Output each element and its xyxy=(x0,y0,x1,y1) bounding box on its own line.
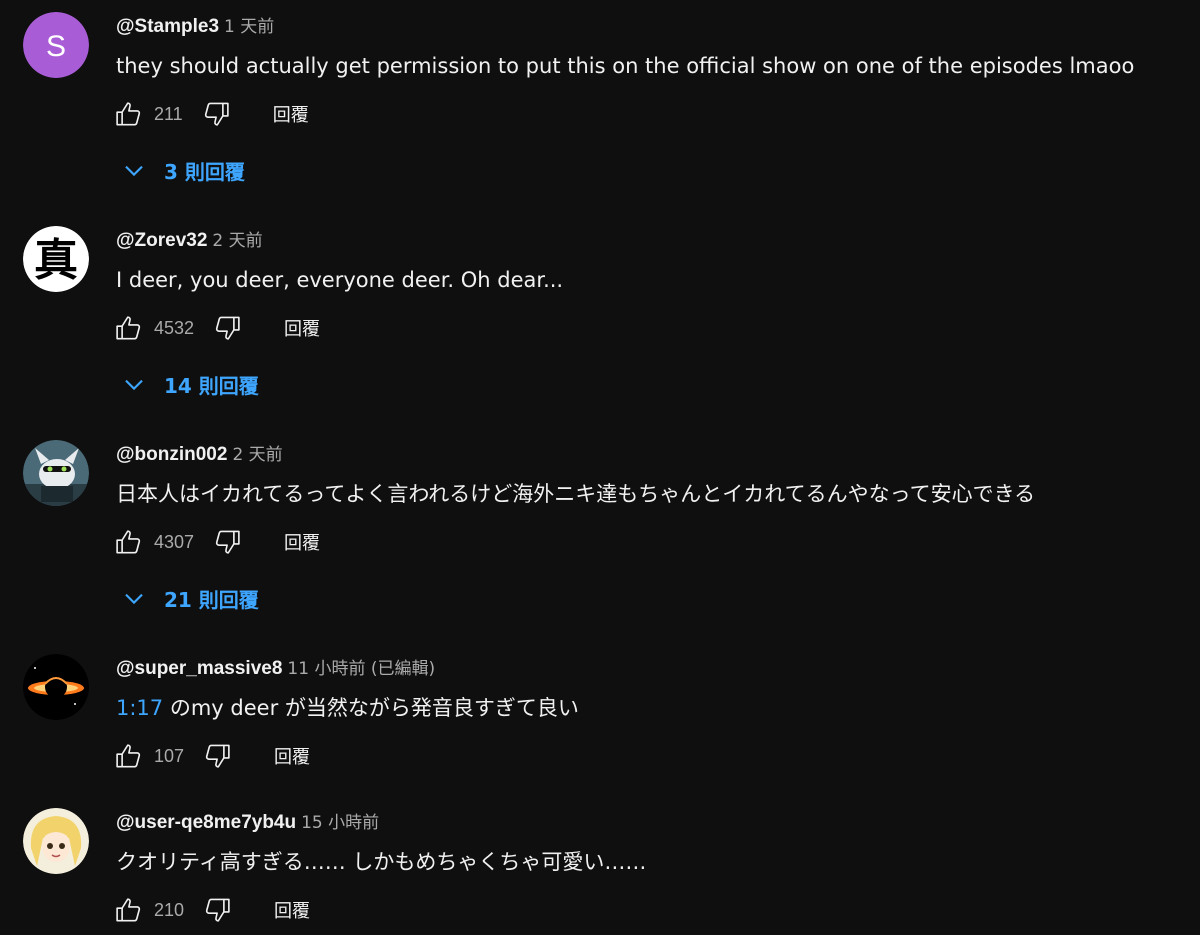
comment-time[interactable]: 1 天前 xyxy=(224,17,274,37)
replies-count-label: 14 則回覆 xyxy=(164,373,259,398)
thumbs-down-icon[interactable] xyxy=(199,97,233,131)
comment-time[interactable]: 2 天前 xyxy=(232,445,282,465)
reply-button[interactable]: 回覆 xyxy=(273,101,309,127)
reply-button[interactable]: 回覆 xyxy=(274,743,310,769)
comment-header: @bonzin002 2 天前 xyxy=(116,442,283,468)
comment-header: @Zorev32 2 天前 xyxy=(116,228,263,254)
thumbs-up-icon[interactable] xyxy=(112,97,146,131)
like-count: 4532 xyxy=(154,317,195,338)
thumbs-up-icon[interactable] xyxy=(112,525,146,559)
comment-author[interactable]: @user-qe8me7yb4u xyxy=(116,812,296,833)
avatar[interactable]: 真 xyxy=(23,226,89,292)
comment-actions: 211 回覆 xyxy=(112,96,309,132)
replies-count-label: 3 則回覆 xyxy=(164,159,245,184)
avatar[interactable] xyxy=(23,440,89,506)
like-count: 210 xyxy=(154,899,185,920)
thumbs-down-icon[interactable] xyxy=(200,893,234,927)
like-count: 211 xyxy=(154,103,183,124)
avatar[interactable] xyxy=(23,808,89,874)
thumbs-up-icon[interactable] xyxy=(112,893,146,927)
comment-header: @user-qe8me7yb4u 15 小時前 xyxy=(116,810,379,836)
view-replies-button[interactable]: 14 則回覆 xyxy=(118,366,259,402)
like-count: 4307 xyxy=(154,531,195,552)
comment-author[interactable]: @bonzin002 xyxy=(116,444,227,465)
comment-text: they should actually get permission to p… xyxy=(116,54,1135,78)
thumbs-up-icon[interactable] xyxy=(112,311,146,345)
comment-text: 1:17 のmy deer が当然ながら発音良すぎて良い xyxy=(116,693,579,723)
replies-count-label: 21 則回覆 xyxy=(164,587,259,612)
comment-time[interactable]: 15 小時前 xyxy=(301,813,379,833)
avatar[interactable] xyxy=(23,654,89,720)
comment-actions: 210 回覆 xyxy=(112,892,310,928)
thumbs-up-icon[interactable] xyxy=(112,739,146,773)
comment-text: クオリティ高すぎる…… しかもめちゃくちゃ可愛い…… xyxy=(116,850,647,874)
comment-text: 日本人はイカれてるってよく言われるけど海外ニキ達もちゃんとイカれてるんやなって安… xyxy=(116,482,1036,506)
chevron-down-icon xyxy=(125,593,143,605)
comment-time[interactable]: 2 天前 xyxy=(212,231,262,251)
reply-button[interactable]: 回覆 xyxy=(284,315,320,341)
comment-author[interactable]: @super_massive8 xyxy=(116,658,282,679)
svg-text:真: 真 xyxy=(34,235,78,286)
comment-header: @Stample3 1 天前 xyxy=(116,14,274,40)
reply-button[interactable]: 回覆 xyxy=(274,897,310,923)
avatar[interactable]: S xyxy=(23,12,89,78)
comment-header: @super_massive8 11 小時前 (已編輯) xyxy=(116,656,435,682)
thumbs-down-icon[interactable] xyxy=(210,311,244,345)
thumbs-down-icon[interactable] xyxy=(200,739,234,773)
comment-actions: 4307 回覆 xyxy=(112,524,320,560)
comment-author[interactable]: @Stample3 xyxy=(116,16,219,37)
svg-text:S: S xyxy=(46,30,66,63)
view-replies-button[interactable]: 3 則回覆 xyxy=(118,152,245,188)
comment-actions: 4532 回覆 xyxy=(112,310,320,346)
comment-time[interactable]: 11 小時前 (已編輯) xyxy=(287,659,435,679)
like-count: 107 xyxy=(154,745,185,766)
comment-actions: 107 回覆 xyxy=(112,738,310,774)
reply-button[interactable]: 回覆 xyxy=(284,529,320,555)
view-replies-button[interactable]: 21 則回覆 xyxy=(118,580,259,616)
comment-text: I deer, you deer, everyone deer. Oh dear… xyxy=(116,268,564,292)
thumbs-down-icon[interactable] xyxy=(210,525,244,559)
chevron-down-icon xyxy=(125,379,143,391)
comment-author[interactable]: @Zorev32 xyxy=(116,230,207,251)
chevron-down-icon xyxy=(125,165,143,177)
comment-text-body: のmy deer が当然ながら発音良すぎて良い xyxy=(163,696,579,720)
video-timestamp-link[interactable]: 1:17 xyxy=(116,696,163,720)
